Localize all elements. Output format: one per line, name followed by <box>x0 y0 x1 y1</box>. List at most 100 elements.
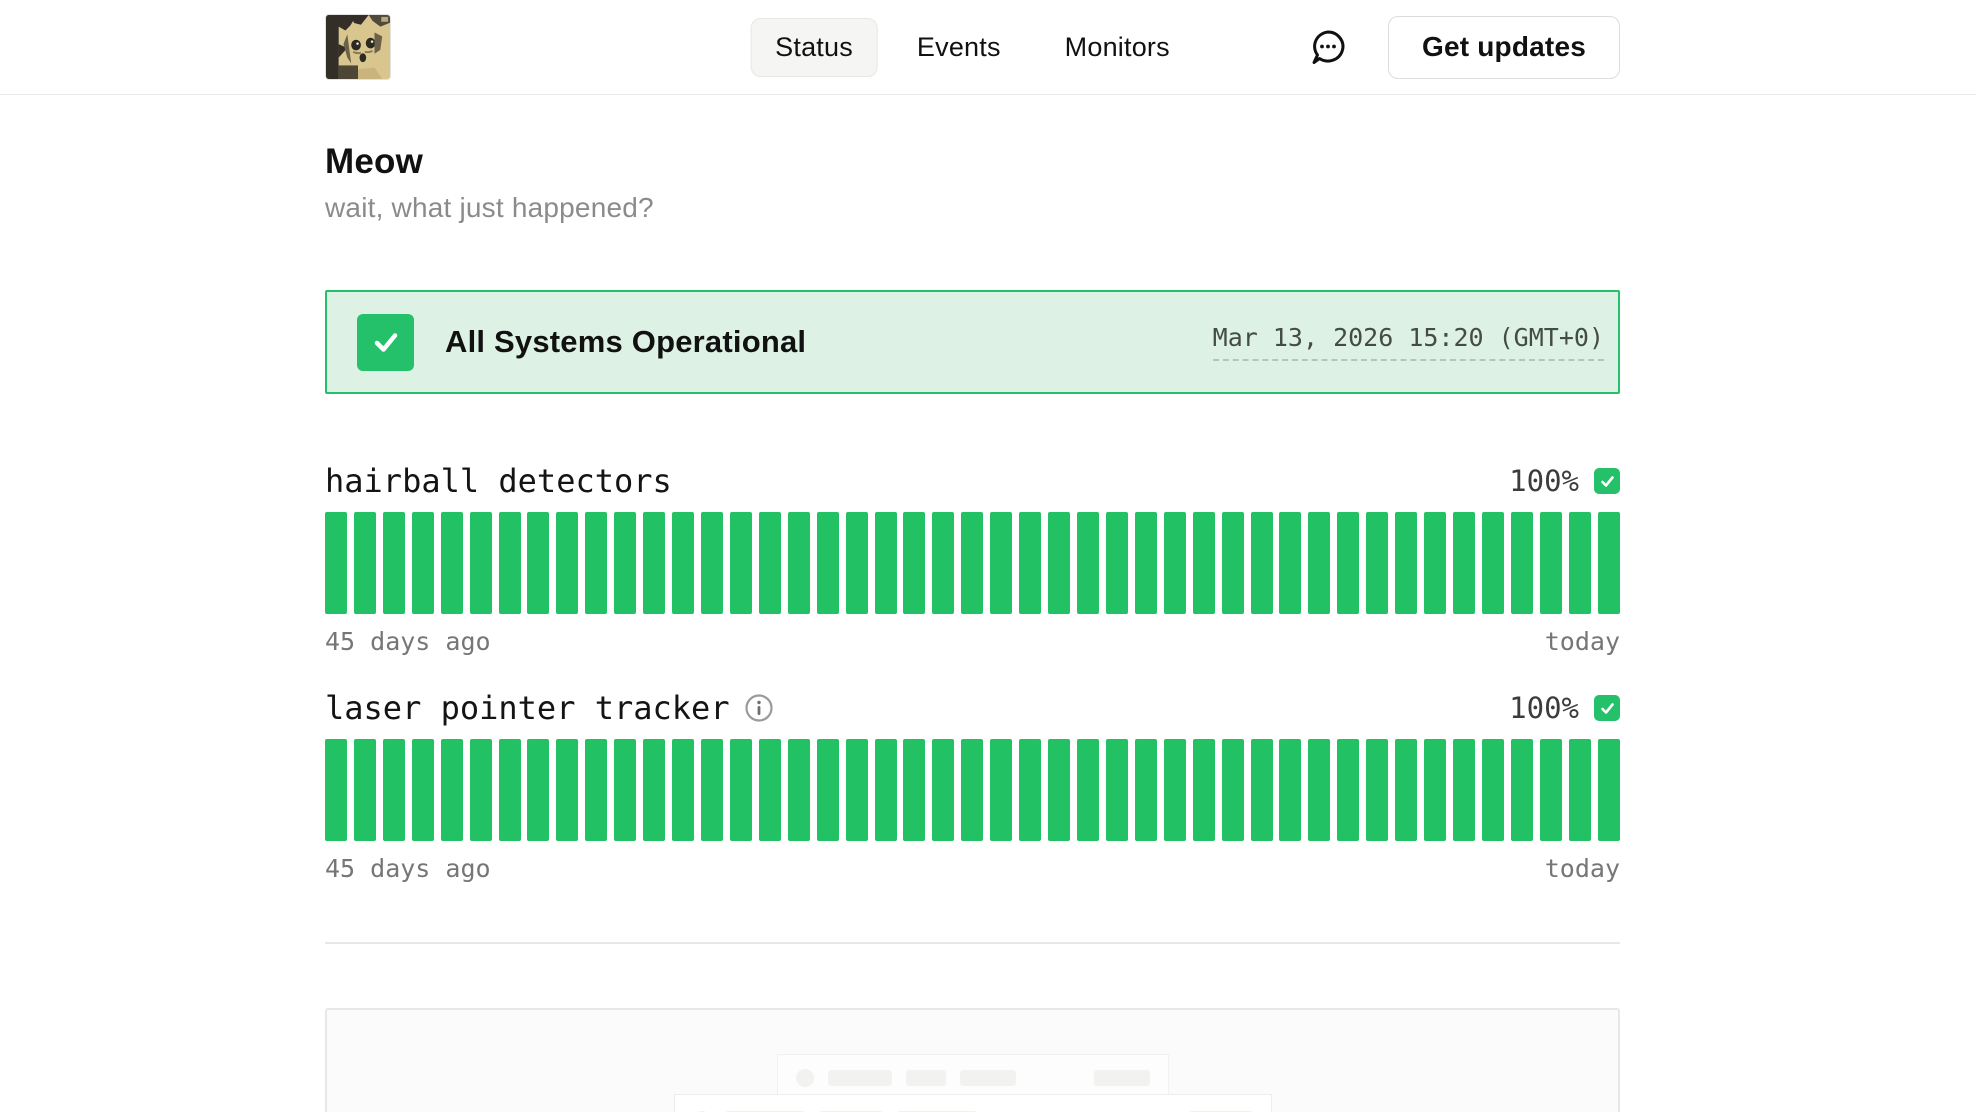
uptime-bar[interactable] <box>499 512 521 614</box>
uptime-bar[interactable] <box>1453 739 1475 841</box>
uptime-bar[interactable] <box>1164 739 1186 841</box>
uptime-bar[interactable] <box>1598 512 1620 614</box>
uptime-bar[interactable] <box>499 739 521 841</box>
info-icon[interactable] <box>744 693 774 723</box>
uptime-bar[interactable] <box>1048 512 1070 614</box>
uptime-bar[interactable] <box>759 512 781 614</box>
uptime-bar[interactable] <box>875 739 897 841</box>
uptime-bar[interactable] <box>412 739 434 841</box>
uptime-bar[interactable] <box>990 512 1012 614</box>
uptime-bar[interactable] <box>556 512 578 614</box>
uptime-bar[interactable] <box>846 512 868 614</box>
uptime-bar[interactable] <box>1511 739 1533 841</box>
uptime-bar[interactable] <box>961 512 983 614</box>
get-updates-button[interactable]: Get updates <box>1388 16 1620 79</box>
uptime-bar[interactable] <box>730 512 752 614</box>
uptime-bar[interactable] <box>383 739 405 841</box>
uptime-bar[interactable] <box>354 739 376 841</box>
tab-events[interactable]: Events <box>892 18 1026 77</box>
uptime-bar[interactable] <box>846 739 868 841</box>
uptime-bar[interactable] <box>470 512 492 614</box>
feedback-chat-button[interactable] <box>1306 25 1350 69</box>
uptime-bar[interactable] <box>325 739 347 841</box>
uptime-bar[interactable] <box>614 512 636 614</box>
uptime-bar[interactable] <box>961 739 983 841</box>
uptime-bar[interactable] <box>556 739 578 841</box>
uptime-bar[interactable] <box>412 512 434 614</box>
uptime-bar[interactable] <box>1598 739 1620 841</box>
uptime-bar[interactable] <box>759 739 781 841</box>
uptime-bar[interactable] <box>1511 512 1533 614</box>
uptime-bar[interactable] <box>990 739 1012 841</box>
uptime-bar[interactable] <box>672 739 694 841</box>
status-banner-timestamp[interactable]: Mar 13, 2026 15:20 (GMT+0) <box>1213 323 1604 361</box>
uptime-bar[interactable] <box>1308 512 1330 614</box>
uptime-bar[interactable] <box>1308 739 1330 841</box>
uptime-bar[interactable] <box>1251 739 1273 841</box>
uptime-bar[interactable] <box>788 512 810 614</box>
uptime-bar[interactable] <box>1540 512 1562 614</box>
uptime-bar[interactable] <box>441 739 463 841</box>
uptime-bar[interactable] <box>1077 512 1099 614</box>
uptime-bar[interactable] <box>1193 512 1215 614</box>
uptime-bar[interactable] <box>470 739 492 841</box>
range-start-label: 45 days ago <box>325 854 491 883</box>
uptime-bar[interactable] <box>875 512 897 614</box>
uptime-bar[interactable] <box>1164 512 1186 614</box>
tab-monitors[interactable]: Monitors <box>1040 18 1195 77</box>
uptime-bar[interactable] <box>1279 739 1301 841</box>
uptime-bar[interactable] <box>701 512 723 614</box>
uptime-bar[interactable] <box>1366 512 1388 614</box>
uptime-bar[interactable] <box>932 512 954 614</box>
uptime-bar[interactable] <box>643 512 665 614</box>
uptime-bar[interactable] <box>325 512 347 614</box>
uptime-bar[interactable] <box>1540 739 1562 841</box>
uptime-bar[interactable] <box>527 739 549 841</box>
uptime-bar[interactable] <box>1222 512 1244 614</box>
uptime-bar[interactable] <box>643 739 665 841</box>
uptime-bar[interactable] <box>1366 739 1388 841</box>
uptime-bar[interactable] <box>932 739 954 841</box>
uptime-bar[interactable] <box>1482 739 1504 841</box>
uptime-bar[interactable] <box>1077 739 1099 841</box>
uptime-bar[interactable] <box>903 739 925 841</box>
uptime-bar[interactable] <box>1019 512 1041 614</box>
uptime-bar[interactable] <box>903 512 925 614</box>
uptime-bar[interactable] <box>1222 739 1244 841</box>
uptime-bar[interactable] <box>1482 512 1504 614</box>
uptime-bar[interactable] <box>1106 512 1128 614</box>
uptime-bar[interactable] <box>441 512 463 614</box>
uptime-bar[interactable] <box>614 739 636 841</box>
uptime-bar[interactable] <box>585 739 607 841</box>
uptime-bar[interactable] <box>1395 512 1417 614</box>
uptime-bar[interactable] <box>788 739 810 841</box>
tab-status[interactable]: Status <box>750 18 878 77</box>
uptime-bar[interactable] <box>730 739 752 841</box>
uptime-bar[interactable] <box>1569 512 1591 614</box>
uptime-bar[interactable] <box>1106 739 1128 841</box>
uptime-bar[interactable] <box>1569 739 1591 841</box>
site-logo[interactable] <box>325 14 391 80</box>
uptime-bar[interactable] <box>817 739 839 841</box>
uptime-bar[interactable] <box>1395 739 1417 841</box>
monitor-laser-pointer-tracker: laser pointer tracker 100% 45 days ago t… <box>325 689 1620 883</box>
uptime-bar[interactable] <box>1135 512 1157 614</box>
uptime-bar[interactable] <box>672 512 694 614</box>
uptime-bar[interactable] <box>1424 739 1446 841</box>
uptime-bar[interactable] <box>383 512 405 614</box>
uptime-bar[interactable] <box>527 512 549 614</box>
uptime-bar[interactable] <box>1337 512 1359 614</box>
uptime-bar[interactable] <box>1337 739 1359 841</box>
uptime-bar[interactable] <box>1135 739 1157 841</box>
uptime-bar[interactable] <box>1019 739 1041 841</box>
uptime-bar[interactable] <box>817 512 839 614</box>
uptime-bar[interactable] <box>1453 512 1475 614</box>
uptime-bar[interactable] <box>1279 512 1301 614</box>
uptime-bar[interactable] <box>585 512 607 614</box>
uptime-bar[interactable] <box>701 739 723 841</box>
uptime-bar[interactable] <box>1193 739 1215 841</box>
uptime-bar[interactable] <box>1048 739 1070 841</box>
uptime-bar[interactable] <box>1251 512 1273 614</box>
uptime-bar[interactable] <box>1424 512 1446 614</box>
uptime-bar[interactable] <box>354 512 376 614</box>
